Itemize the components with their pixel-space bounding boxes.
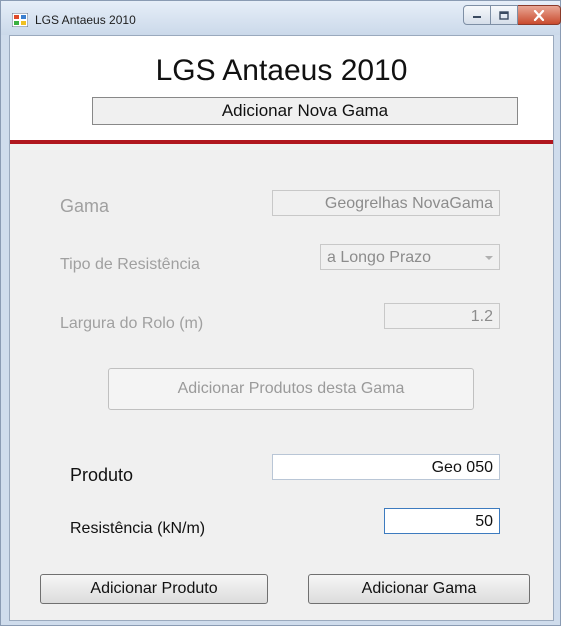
produto-field[interactable]: Geo 050 xyxy=(272,454,500,480)
tipo-resistencia-select[interactable]: a Longo Prazo xyxy=(320,244,500,270)
resistencia-field[interactable]: 50 xyxy=(384,508,500,534)
tipo-resistencia-value: a Longo Prazo xyxy=(327,249,432,266)
app-window: LGS Antaeus 2010 LGS Antaeus 2010 Adicio… xyxy=(0,0,561,626)
page-subtitle: Adicionar Nova Gama xyxy=(92,97,518,125)
minimize-icon xyxy=(473,16,481,18)
resistencia-label: Resistência (kN/m) xyxy=(70,520,206,537)
close-button[interactable] xyxy=(518,5,561,25)
header: LGS Antaeus 2010 Adicionar Nova Gama xyxy=(10,36,553,142)
largura-rolo-label: Largura do Rolo (m) xyxy=(60,315,204,332)
maximize-icon xyxy=(499,10,509,20)
gama-label: Gama xyxy=(60,196,110,216)
produto-label: Produto xyxy=(70,465,134,485)
app-title: LGS Antaeus 2010 xyxy=(155,54,408,87)
form-panel: Gama Geogrelhas NovaGama Tipo de Resistê… xyxy=(10,144,553,620)
close-icon xyxy=(533,9,545,21)
chevron-down-icon xyxy=(485,256,493,260)
minimize-button[interactable] xyxy=(463,5,491,25)
largura-rolo-field[interactable]: 1.2 xyxy=(384,303,500,329)
app-icon xyxy=(12,13,28,27)
window-title: LGS Antaeus 2010 xyxy=(35,13,136,27)
gama-field[interactable]: Geogrelhas NovaGama xyxy=(272,190,500,216)
client-area: LGS Antaeus 2010 Adicionar Nova Gama Gam… xyxy=(9,35,554,621)
add-products-button[interactable]: Adicionar Produtos desta Gama xyxy=(108,368,474,410)
title-bar[interactable]: LGS Antaeus 2010 xyxy=(1,1,561,35)
maximize-button[interactable] xyxy=(491,5,518,25)
add-product-button[interactable]: Adicionar Produto xyxy=(40,574,268,604)
add-gama-button[interactable]: Adicionar Gama xyxy=(308,574,530,604)
caption-buttons xyxy=(463,5,561,27)
tipo-resistencia-label: Tipo de Resistência xyxy=(60,256,200,273)
